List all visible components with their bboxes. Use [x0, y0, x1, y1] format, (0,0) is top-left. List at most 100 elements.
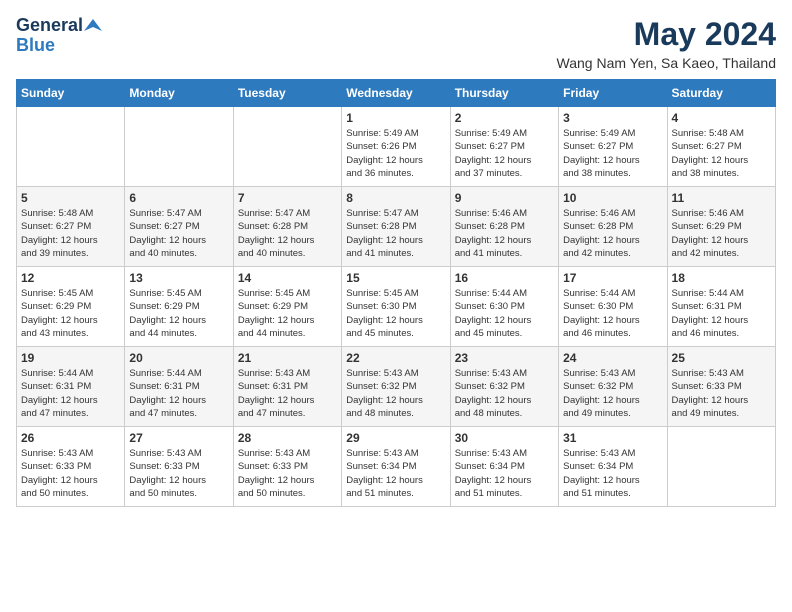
day-cell-3: 3 Sunrise: 5:49 AM Sunset: 6:27 PM Daylig…: [559, 107, 667, 187]
day-cell-10: 10 Sunrise: 5:46 AM Sunset: 6:28 PM Dayli…: [559, 187, 667, 267]
header-sunday: Sunday: [17, 80, 125, 107]
cell-info-27: Sunrise: 5:43 AM Sunset: 6:33 PM Dayligh…: [129, 447, 228, 500]
day-cell-14: 14Sunrise: 5:45 AM Sunset: 6:29 PM Dayli…: [233, 267, 341, 347]
week-row-2: 12 Sunrise: 5:45 AM Sunset: 6:29 PM Dayli…: [17, 267, 776, 347]
cell-info-24: Sunrise: 5:43 AM Sunset: 6:32 PM Dayligh…: [563, 367, 662, 420]
day-cell-4: 4 Sunrise: 5:48 AM Sunset: 6:27 PM Daylig…: [667, 107, 775, 187]
cell-info-3: Sunrise: 5:49 AM Sunset: 6:27 PM Dayligh…: [563, 127, 662, 180]
week-row-1: 5Sunrise: 5:48 AM Sunset: 6:27 PM Daylig…: [17, 187, 776, 267]
header-thursday: Thursday: [450, 80, 558, 107]
day-cell-1: 1 Sunrise: 5:49 AM Sunset: 6:26 PM Daylig…: [342, 107, 450, 187]
header-wednesday: Wednesday: [342, 80, 450, 107]
cell-info-10: Sunrise: 5:46 AM Sunset: 6:28 PM Dayligh…: [563, 207, 662, 260]
day-number-6: 6: [129, 191, 228, 205]
day-cell-25: 25Sunrise: 5:43 AM Sunset: 6:33 PM Dayli…: [667, 347, 775, 427]
location-text: Wang Nam Yen, Sa Kaeo, Thailand: [557, 55, 776, 71]
day-cell-28: 28 Sunrise: 5:43 AM Sunset: 6:33 PM Dayli…: [233, 427, 341, 507]
day-number-7: 7: [238, 191, 337, 205]
cell-info-13: Sunrise: 5:45 AM Sunset: 6:29 PM Dayligh…: [129, 287, 228, 340]
cell-info-4: Sunrise: 5:48 AM Sunset: 6:27 PM Dayligh…: [672, 127, 771, 180]
cell-info-15: Sunrise: 5:45 AM Sunset: 6:30 PM Dayligh…: [346, 287, 445, 340]
empty-cell: [667, 427, 775, 507]
day-cell-27: 27 Sunrise: 5:43 AM Sunset: 6:33 PM Dayli…: [125, 427, 233, 507]
day-number-26: 26: [21, 431, 120, 445]
week-row-4: 26 Sunrise: 5:43 AM Sunset: 6:33 PM Dayli…: [17, 427, 776, 507]
day-cell-17: 17 Sunrise: 5:44 AM Sunset: 6:30 PM Dayli…: [559, 267, 667, 347]
cell-info-29: Sunrise: 5:43 AM Sunset: 6:34 PM Dayligh…: [346, 447, 445, 500]
day-cell-13: 13 Sunrise: 5:45 AM Sunset: 6:29 PM Dayli…: [125, 267, 233, 347]
title-block: May 2024 Wang Nam Yen, Sa Kaeo, Thailand: [557, 16, 776, 71]
day-number-18: 18: [672, 271, 771, 285]
cell-info-23: Sunrise: 5:43 AM Sunset: 6:32 PM Dayligh…: [455, 367, 554, 420]
cell-info-6: Sunrise: 5:47 AM Sunset: 6:27 PM Dayligh…: [129, 207, 228, 260]
day-cell-31: 31Sunrise: 5:43 AM Sunset: 6:34 PM Dayli…: [559, 427, 667, 507]
day-number-16: 16: [455, 271, 554, 285]
day-number-29: 29: [346, 431, 445, 445]
header-monday: Monday: [125, 80, 233, 107]
empty-cell: [17, 107, 125, 187]
day-number-28: 28: [238, 431, 337, 445]
cell-info-1: Sunrise: 5:49 AM Sunset: 6:26 PM Dayligh…: [346, 127, 445, 180]
day-number-12: 12: [21, 271, 120, 285]
day-number-24: 24: [563, 351, 662, 365]
logo: General Blue: [16, 16, 102, 56]
header-row: SundayMondayTuesdayWednesdayThursdayFrid…: [17, 80, 776, 107]
day-cell-11: 11Sunrise: 5:46 AM Sunset: 6:29 PM Dayli…: [667, 187, 775, 267]
day-cell-6: 6 Sunrise: 5:47 AM Sunset: 6:27 PM Daylig…: [125, 187, 233, 267]
week-row-3: 19Sunrise: 5:44 AM Sunset: 6:31 PM Dayli…: [17, 347, 776, 427]
cell-info-19: Sunrise: 5:44 AM Sunset: 6:31 PM Dayligh…: [21, 367, 120, 420]
day-number-8: 8: [346, 191, 445, 205]
cell-info-26: Sunrise: 5:43 AM Sunset: 6:33 PM Dayligh…: [21, 447, 120, 500]
cell-info-28: Sunrise: 5:43 AM Sunset: 6:33 PM Dayligh…: [238, 447, 337, 500]
day-number-30: 30: [455, 431, 554, 445]
day-cell-23: 23 Sunrise: 5:43 AM Sunset: 6:32 PM Dayli…: [450, 347, 558, 427]
day-cell-19: 19Sunrise: 5:44 AM Sunset: 6:31 PM Dayli…: [17, 347, 125, 427]
day-cell-21: 21Sunrise: 5:43 AM Sunset: 6:31 PM Dayli…: [233, 347, 341, 427]
logo-blue-text: Blue: [16, 36, 55, 56]
cell-info-11: Sunrise: 5:46 AM Sunset: 6:29 PM Dayligh…: [672, 207, 771, 260]
day-number-23: 23: [455, 351, 554, 365]
cell-info-16: Sunrise: 5:44 AM Sunset: 6:30 PM Dayligh…: [455, 287, 554, 340]
cell-info-17: Sunrise: 5:44 AM Sunset: 6:30 PM Dayligh…: [563, 287, 662, 340]
day-cell-29: 29 Sunrise: 5:43 AM Sunset: 6:34 PM Dayli…: [342, 427, 450, 507]
day-cell-26: 26 Sunrise: 5:43 AM Sunset: 6:33 PM Dayli…: [17, 427, 125, 507]
calendar-header: SundayMondayTuesdayWednesdayThursdayFrid…: [17, 80, 776, 107]
day-cell-20: 20 Sunrise: 5:44 AM Sunset: 6:31 PM Dayli…: [125, 347, 233, 427]
day-number-10: 10: [563, 191, 662, 205]
cell-info-7: Sunrise: 5:47 AM Sunset: 6:28 PM Dayligh…: [238, 207, 337, 260]
day-number-2: 2: [455, 111, 554, 125]
page-header: General Blue May 2024 Wang Nam Yen, Sa K…: [16, 16, 776, 71]
week-row-0: 1 Sunrise: 5:49 AM Sunset: 6:26 PM Daylig…: [17, 107, 776, 187]
cell-info-18: Sunrise: 5:44 AM Sunset: 6:31 PM Dayligh…: [672, 287, 771, 340]
day-number-1: 1: [346, 111, 445, 125]
day-number-17: 17: [563, 271, 662, 285]
logo-bird-icon: [84, 17, 102, 35]
cell-info-5: Sunrise: 5:48 AM Sunset: 6:27 PM Dayligh…: [21, 207, 120, 260]
day-cell-7: 7 Sunrise: 5:47 AM Sunset: 6:28 PM Daylig…: [233, 187, 341, 267]
day-number-22: 22: [346, 351, 445, 365]
cell-info-8: Sunrise: 5:47 AM Sunset: 6:28 PM Dayligh…: [346, 207, 445, 260]
cell-info-9: Sunrise: 5:46 AM Sunset: 6:28 PM Dayligh…: [455, 207, 554, 260]
day-cell-18: 18 Sunrise: 5:44 AM Sunset: 6:31 PM Dayli…: [667, 267, 775, 347]
day-cell-15: 15 Sunrise: 5:45 AM Sunset: 6:30 PM Dayli…: [342, 267, 450, 347]
day-number-3: 3: [563, 111, 662, 125]
day-number-13: 13: [129, 271, 228, 285]
cell-info-14: Sunrise: 5:45 AM Sunset: 6:29 PM Dayligh…: [238, 287, 337, 340]
day-number-9: 9: [455, 191, 554, 205]
cell-info-30: Sunrise: 5:43 AM Sunset: 6:34 PM Dayligh…: [455, 447, 554, 500]
cell-info-31: Sunrise: 5:43 AM Sunset: 6:34 PM Dayligh…: [563, 447, 662, 500]
cell-info-20: Sunrise: 5:44 AM Sunset: 6:31 PM Dayligh…: [129, 367, 228, 420]
cell-info-12: Sunrise: 5:45 AM Sunset: 6:29 PM Dayligh…: [21, 287, 120, 340]
day-cell-16: 16 Sunrise: 5:44 AM Sunset: 6:30 PM Dayli…: [450, 267, 558, 347]
month-year-title: May 2024: [557, 16, 776, 53]
day-number-27: 27: [129, 431, 228, 445]
cell-info-22: Sunrise: 5:43 AM Sunset: 6:32 PM Dayligh…: [346, 367, 445, 420]
day-cell-22: 22 Sunrise: 5:43 AM Sunset: 6:32 PM Dayli…: [342, 347, 450, 427]
logo-general-text: General: [16, 16, 83, 36]
cell-info-25: Sunrise: 5:43 AM Sunset: 6:33 PM Dayligh…: [672, 367, 771, 420]
day-number-4: 4: [672, 111, 771, 125]
day-cell-8: 8 Sunrise: 5:47 AM Sunset: 6:28 PM Daylig…: [342, 187, 450, 267]
day-number-15: 15: [346, 271, 445, 285]
header-tuesday: Tuesday: [233, 80, 341, 107]
day-number-20: 20: [129, 351, 228, 365]
